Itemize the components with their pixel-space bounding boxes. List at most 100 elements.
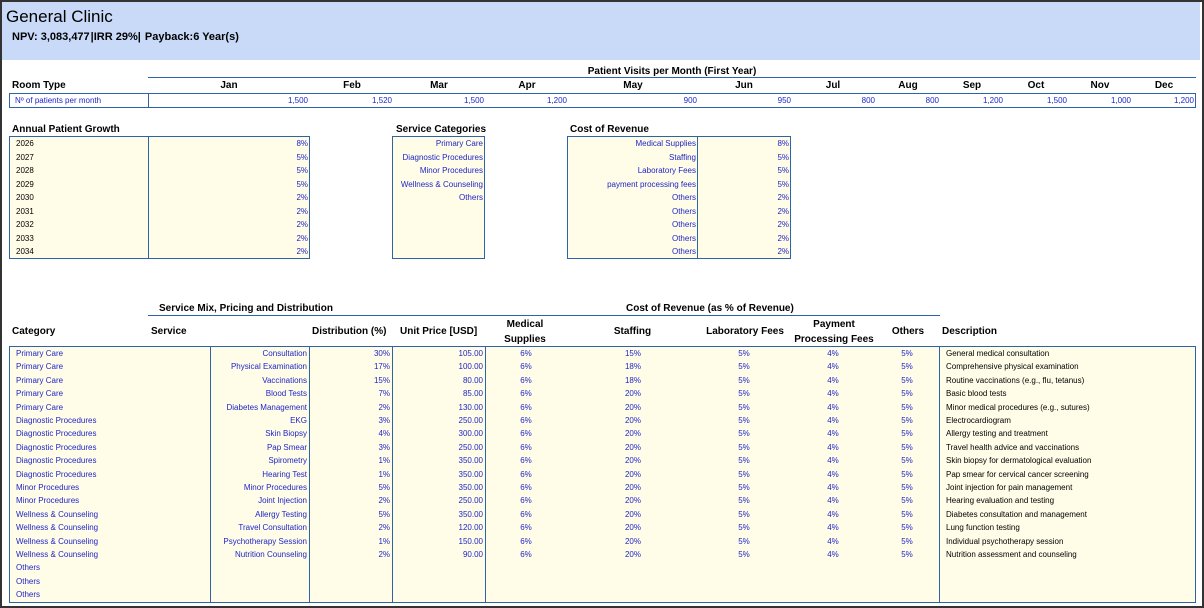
cost-pct-rule: [485, 315, 940, 316]
mix-staffing: 20%: [624, 442, 641, 452]
cost-item-value: 5%: [777, 166, 789, 175]
cost-item-label: Others: [671, 193, 696, 202]
mix-others: 5%: [901, 362, 913, 372]
cost-item-value: 2%: [777, 193, 789, 202]
mix-lab-fees: 5%: [738, 550, 750, 559]
visits-section-title: Patient Visits per Month (First Year): [587, 66, 757, 77]
service-categories-title: Service Categories: [396, 124, 487, 135]
month-header-mar: Mar: [430, 80, 448, 91]
growth-year: 2033: [16, 233, 34, 243]
mix-unit-price: 250.00: [458, 496, 483, 506]
mix-description: Routine vaccinations (e.g., flu, tetanus…: [946, 375, 1085, 385]
visits-row-divider: [148, 93, 149, 108]
mix-medical-supplies: 6%: [520, 550, 532, 559]
mix-category: Others: [16, 576, 41, 586]
growth-year: 2030: [16, 193, 34, 202]
mix-unit-price: 130.00: [458, 402, 483, 412]
mix-description: Skin biopsy for dermatological evaluatio…: [946, 456, 1092, 466]
month-header-nov: Nov: [1090, 80, 1110, 91]
mix-description: Minor medical procedures (e.g., sutures): [946, 402, 1090, 412]
mix-payment-fees: 4%: [827, 496, 839, 506]
growth-rate: 5%: [296, 152, 308, 162]
mix-category: Wellness & Counseling: [16, 550, 99, 559]
visits-value-sep: 1,200: [982, 96, 1003, 105]
mix-service: Spirometry: [268, 456, 307, 466]
visits-value-feb: 1,520: [371, 96, 392, 105]
mix-others: 5%: [901, 496, 913, 506]
mix-medical-supplies: 6%: [520, 536, 532, 546]
mix-distribution: 5%: [378, 483, 390, 492]
service-mix-title: Service Mix, Pricing and Distribution: [159, 303, 333, 314]
mix-unit-price: 350.00: [458, 509, 483, 519]
mix-description: Basic blood tests: [946, 389, 1007, 399]
col-payment-1: Payment: [813, 319, 855, 330]
month-header-aug: Aug: [898, 80, 918, 91]
mix-others: 5%: [901, 469, 913, 479]
mix-staffing: 20%: [624, 483, 641, 492]
mix-others: 5%: [901, 349, 913, 358]
mix-staffing: 20%: [624, 523, 641, 533]
mix-payment-fees: 4%: [827, 402, 839, 412]
mix-unit-price: 300.00: [458, 429, 483, 439]
mix-service: Pap Smear: [266, 442, 307, 452]
cost-item-value: 2%: [777, 247, 789, 256]
growth-year: 2032: [16, 220, 34, 229]
col-description: Description: [942, 326, 998, 337]
mix-description: Lung function testing: [946, 523, 1020, 533]
cost-pct-title: Cost of Revenue (as % of Revenue): [626, 303, 794, 314]
visits-value-oct: 1,500: [1046, 96, 1067, 105]
growth-year: 2034: [16, 247, 34, 256]
month-header-oct: Oct: [1027, 80, 1045, 91]
mix-category: Minor Procedures: [16, 496, 80, 506]
mix-others: 5%: [901, 536, 913, 546]
mix-payment-fees: 4%: [827, 509, 839, 519]
service-category-item: Diagnostic Procedures: [402, 152, 483, 162]
mix-service: Vaccinations: [262, 375, 307, 385]
visits-value-mar: 1,500: [463, 96, 484, 105]
mix-payment-fees: 4%: [827, 469, 839, 479]
mix-lab-fees: 5%: [738, 509, 750, 519]
mix-category: Primary Care: [16, 375, 64, 385]
mix-distribution: 4%: [378, 429, 390, 439]
mix-distribution: 2%: [378, 496, 390, 506]
growth-year: 2026: [16, 139, 34, 148]
cost-item-value: 2%: [777, 206, 789, 216]
mix-category: Others: [16, 563, 41, 573]
mix-staffing: 20%: [624, 429, 641, 439]
mix-service: Skin Biopsy: [265, 429, 307, 439]
cost-item-value: 8%: [777, 139, 789, 148]
mix-others: 5%: [901, 375, 913, 385]
mix-others: 5%: [901, 523, 913, 533]
mix-description: Allergy testing and treatment: [946, 429, 1048, 439]
cost-item-label: Others: [671, 206, 696, 216]
visits-value-jun: 950: [777, 96, 791, 105]
mix-distribution: 5%: [378, 509, 390, 519]
mix-service: Nutrition Counseling: [234, 550, 307, 559]
mix-lab-fees: 5%: [738, 389, 750, 399]
mix-unit-price: 150.00: [458, 536, 483, 546]
mix-description: Hearing evaluation and testing: [946, 496, 1055, 506]
growth-divider: [148, 136, 149, 259]
mix-medical-supplies: 6%: [520, 429, 532, 439]
mix-unit-price: 85.00: [462, 389, 483, 399]
growth-rate: 5%: [296, 166, 308, 175]
mix-staffing: 20%: [624, 469, 641, 479]
mix-category: Wellness & Counseling: [16, 523, 99, 533]
mix-unit-price: 350.00: [458, 483, 483, 492]
mix-description: Individual psychotherapy session: [946, 536, 1064, 546]
mix-others: 5%: [901, 442, 913, 452]
month-header-jan: Jan: [220, 80, 238, 91]
mix-payment-fees: 4%: [827, 483, 839, 492]
mix-service: Minor Procedures: [243, 483, 307, 492]
mix-payment-fees: 4%: [827, 442, 839, 452]
col-medical-2: Supplies: [504, 334, 546, 345]
cost-item-value: 2%: [777, 233, 789, 243]
mix-lab-fees: 5%: [738, 469, 750, 479]
mix-others: 5%: [901, 429, 913, 439]
mix-staffing: 20%: [624, 402, 641, 412]
visits-row-label: Nº of patients per month: [15, 96, 102, 105]
mix-payment-fees: 4%: [827, 349, 839, 358]
mix-medical-supplies: 6%: [520, 469, 532, 479]
growth-year: 2027: [16, 152, 34, 162]
mix-others: 5%: [901, 416, 913, 425]
